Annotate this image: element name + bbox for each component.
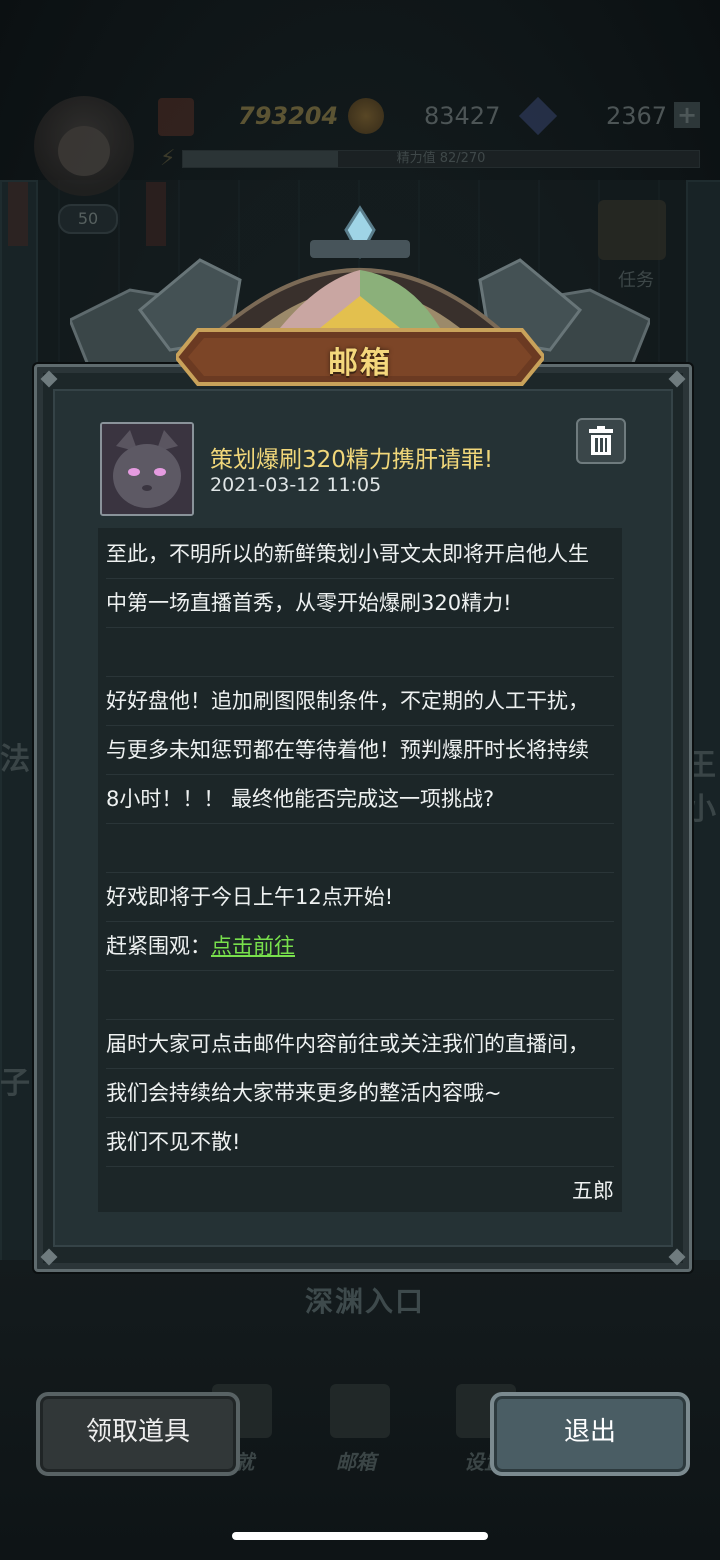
claim-items-button[interactable]: 领取道具 — [36, 1392, 240, 1476]
corner-ornament — [40, 370, 58, 388]
bg-fragment-left-1: 魔法 — [0, 742, 30, 777]
mail-link-prefix: 赶紧围观： — [106, 934, 211, 958]
power-icon — [158, 98, 194, 136]
coin-count: 83427 — [424, 102, 501, 130]
mailbox-icon — [330, 1384, 390, 1438]
energy-bar: 精力值 82/270 — [182, 150, 700, 168]
mail-line-link: 赶紧围观：点击前往 — [106, 922, 614, 971]
exit-button[interactable]: 退出 — [490, 1392, 690, 1476]
mail-line — [106, 628, 614, 677]
mail-subject: 策划爆刷320精力携肝请罪! — [210, 447, 494, 473]
trash-icon — [589, 426, 613, 455]
delete-mail-button[interactable] — [576, 418, 626, 464]
modal-title: 邮箱 — [328, 346, 392, 381]
energy-bolt-icon: ⚡ — [160, 146, 176, 171]
mail-line: 与更多未知惩罚都在等待着他！预判爆肝时长将持续 — [106, 726, 614, 775]
avatar-face — [58, 126, 110, 176]
home-indicator[interactable] — [232, 1532, 488, 1540]
mail-line: 中第一场直播首秀，从零开始爆刷320精力! — [106, 579, 614, 628]
mail-line — [106, 824, 614, 873]
mail-signature: 五郎 — [572, 1179, 614, 1203]
sender-avatar — [100, 422, 194, 516]
banner-left — [8, 182, 28, 246]
cat-avatar-icon — [102, 424, 192, 514]
gem-count: 2367 — [606, 102, 668, 130]
mail-line: 至此，不明所以的新鲜策划小哥文太即将开启他人生 — [106, 530, 614, 579]
mail-line: 好好盘他！追加刷图限制条件，不定期的人工干扰， — [106, 677, 614, 726]
corner-ornament — [668, 370, 686, 388]
combat-power: 793204 — [238, 102, 339, 130]
mail-line: 8小时！！！ 最终他能否完成这一项挑战? — [106, 775, 614, 824]
mail-line: 我们不见不散! — [106, 1118, 614, 1167]
dock-mailbox-label: 邮箱 — [336, 1450, 376, 1474]
mail-body[interactable]: 至此，不明所以的新鲜策划小哥文太即将开启他人生 中第一场直播首秀，从零开始爆刷3… — [98, 528, 622, 1212]
mail-line: 我们会持续给大家带来更多的整活内容哦~ — [106, 1069, 614, 1118]
corner-ornament — [40, 1248, 58, 1266]
gem-icon — [518, 96, 558, 136]
abyss-entrance-label: 深渊入口 — [304, 1285, 425, 1318]
mail-line — [106, 971, 614, 1020]
mail-line: 届时大家可点击邮件内容前往或关注我们的直播间， — [106, 1020, 614, 1069]
mail-timestamp: 2021-03-12 11:05 — [210, 474, 382, 496]
player-avatar[interactable] — [34, 96, 134, 196]
coin-icon — [348, 98, 384, 134]
go-to-link[interactable]: 点击前往 — [211, 934, 295, 958]
add-gems-button[interactable]: + — [674, 102, 700, 128]
energy-text: 精力值 82/270 — [396, 151, 486, 166]
corner-ornament — [668, 1248, 686, 1266]
bg-fragment-left-2: 箱子 — [0, 1066, 30, 1101]
mail-line: 好戏即将于今日上午12点开始! — [106, 873, 614, 922]
